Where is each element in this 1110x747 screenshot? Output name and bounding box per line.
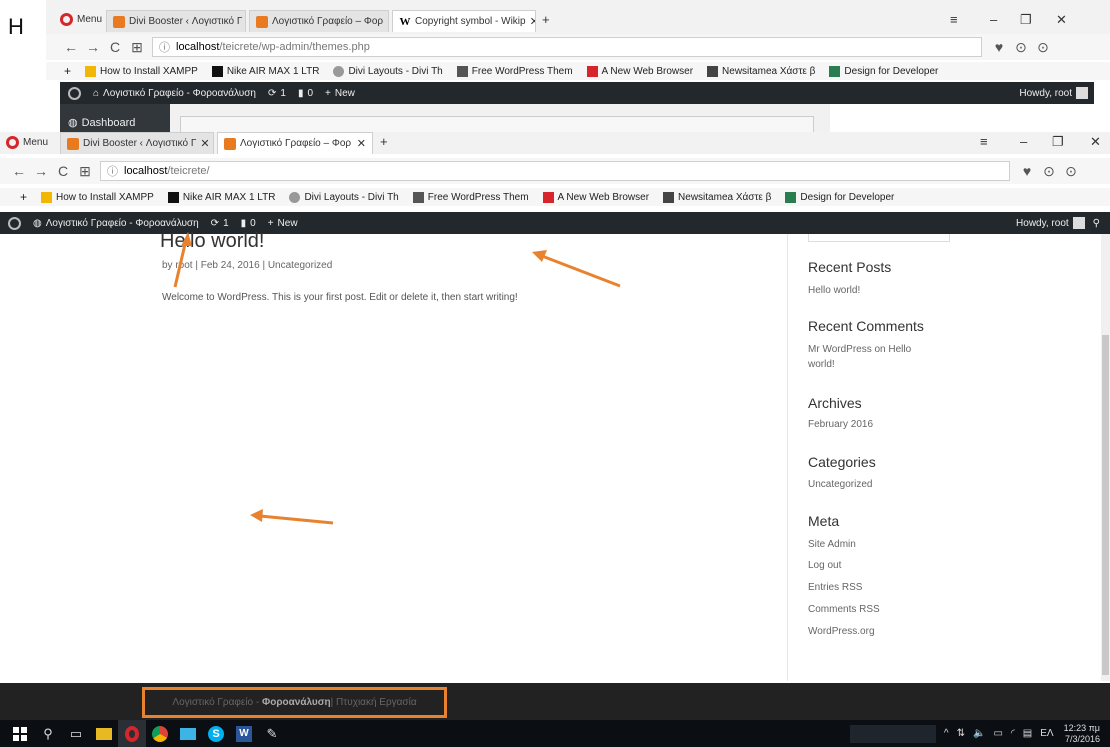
annotation-arrowhead — [250, 509, 263, 522]
word-icon[interactable]: W — [230, 720, 258, 747]
app-icon[interactable] — [174, 720, 202, 747]
system-tray: ^ ⇅ 🔈 ▭ ◜ ▤ ΕΛ 12:23 πμ 7/3/2016 — [842, 720, 1100, 747]
network-icon[interactable]: ⇅ — [957, 728, 965, 739]
skype-icon[interactable]: S — [202, 720, 230, 747]
language-indicator[interactable]: ΕΛ — [1040, 728, 1053, 739]
opera-taskbar-icon[interactable] — [118, 720, 146, 747]
search-icon[interactable]: ⚲ — [34, 720, 62, 747]
battery-icon[interactable]: ▭ — [993, 728, 1002, 739]
paint-icon[interactable]: ✎ — [258, 720, 286, 747]
windows-start-icon[interactable] — [6, 720, 34, 747]
chevron-up-icon[interactable]: ^ — [944, 728, 949, 739]
annotation-arrow-admin-bar — [541, 254, 621, 288]
annotation-arrow-left — [259, 514, 334, 525]
taskbar-search-field[interactable] — [849, 724, 936, 743]
footer-credits: Λογιστικό Γραφείο - Φοροανάλυση | Πτυχια… — [142, 687, 447, 718]
annotation-arrowhead — [181, 232, 192, 246]
chrome-icon[interactable] — [146, 720, 174, 747]
file-explorer-icon[interactable] — [90, 720, 118, 747]
notification-icon[interactable]: ▤ — [1023, 728, 1032, 739]
volume-icon[interactable]: 🔈 — [973, 728, 985, 739]
task-view-icon[interactable]: ▭ — [62, 720, 90, 747]
wifi-icon[interactable]: ◜ — [1011, 728, 1015, 739]
taskbar-clock[interactable]: 12:23 πμ 7/3/2016 — [1064, 723, 1100, 745]
annotation-arrow-title — [173, 239, 188, 288]
annotation-arrows — [173, 232, 621, 525]
